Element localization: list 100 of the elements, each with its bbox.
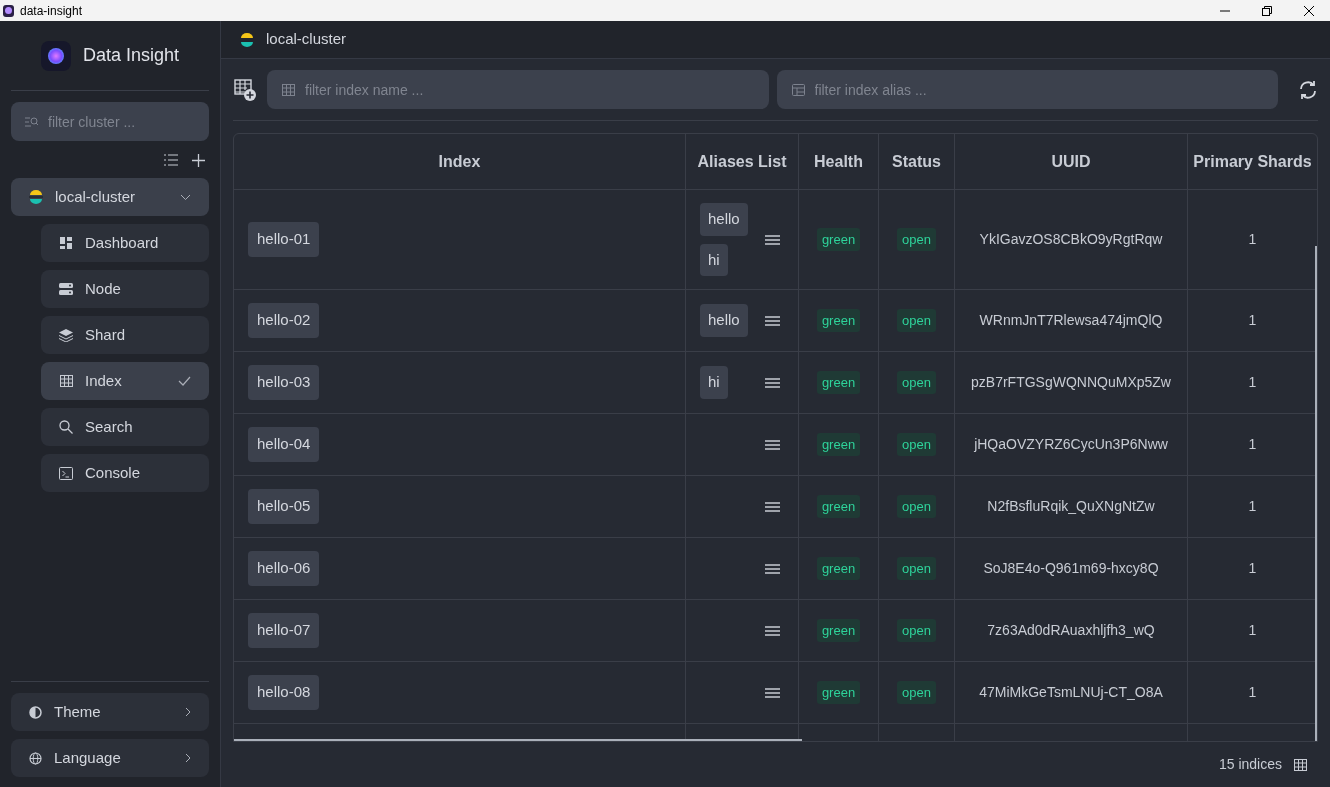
cluster-filter-field[interactable]: filter cluster ... <box>11 102 209 141</box>
app-logo-icon <box>40 40 71 71</box>
status-badge: open <box>897 432 936 457</box>
menu-icon[interactable] <box>765 234 780 245</box>
uuid-text: N2fBsfluRqik_QuXNgNtZw <box>987 497 1155 516</box>
column-header: Status <box>878 134 954 190</box>
uuid-text: 7z63Ad0dRAuaxhljfh3_wQ <box>987 621 1155 640</box>
status-badge: open <box>897 618 936 643</box>
status-badge: green <box>816 680 861 705</box>
column-header: Aliases List <box>685 134 798 190</box>
shard-count: 1 <box>1248 373 1257 392</box>
column-header: UUID <box>954 134 1187 190</box>
index-name-tag[interactable]: hello-07 <box>248 613 320 648</box>
uuid-text: pzB7rFTGSgWQNNQuMXp5Zw <box>971 373 1171 392</box>
status-badge: green <box>816 494 861 519</box>
uuid-text: YkIGavzOS8CBkO9yRgtRqw <box>979 230 1163 249</box>
search-icon <box>59 420 73 434</box>
index-name-filter-field[interactable]: filter index name ... <box>267 70 769 109</box>
column-header: Index <box>234 134 685 190</box>
shard-count: 1 <box>1248 497 1257 516</box>
nav-item[interactable]: Dashboard <box>41 224 209 262</box>
nav-item[interactable]: Console <box>41 454 209 492</box>
chevron-right-icon <box>185 753 191 763</box>
nav-item[interactable]: Node <box>41 270 209 308</box>
shard-count: 1 <box>1248 621 1257 640</box>
settings-menu-item[interactable]: Language <box>11 739 209 777</box>
app-icon <box>3 4 14 17</box>
settings-menu-item[interactable]: Theme <box>11 693 209 731</box>
chevron-right-icon <box>185 707 191 717</box>
layers-icon <box>59 328 73 342</box>
add-icon[interactable] <box>192 153 205 167</box>
menu-icon[interactable] <box>765 687 780 698</box>
menu-icon[interactable] <box>765 501 780 512</box>
index-alias-filter-field[interactable]: filter index alias ... <box>776 70 1278 109</box>
status-badge: open <box>897 308 936 333</box>
shard-count: 1 <box>1248 435 1257 454</box>
window-title: data-insight <box>20 2 83 20</box>
column-header: Primary Shards <box>1187 134 1317 190</box>
status-badge: green <box>816 618 861 643</box>
dashboard-icon <box>60 237 72 249</box>
horizontal-scrollbar[interactable] <box>234 739 802 741</box>
uuid-text: SoJ8E4o-Q961m69-hxcy8Q <box>983 559 1159 578</box>
status-badge: open <box>897 680 936 705</box>
list-icon[interactable] <box>164 154 178 166</box>
status-badge: green <box>816 370 861 395</box>
index-count: 15 indices <box>1218 755 1282 774</box>
status-badge: green <box>816 432 861 457</box>
cluster-title: local-cluster <box>266 29 347 50</box>
table-icon <box>59 375 73 387</box>
index-name-tag[interactable]: hello-04 <box>248 427 320 462</box>
nav-item[interactable]: Index <box>41 362 209 400</box>
nav-item[interactable]: Shard <box>41 316 209 354</box>
status-badge: green <box>816 556 861 581</box>
uuid-text: 47MiMkGeTsmLNUj-CT_O8A <box>979 683 1163 702</box>
vertical-scrollbar[interactable] <box>1315 246 1317 741</box>
terminal-icon <box>59 466 73 480</box>
index-name-tag[interactable]: hello-05 <box>248 489 320 524</box>
cluster-logo-icon <box>240 32 254 47</box>
shard-count: 1 <box>1248 230 1257 249</box>
grid-icon <box>282 84 295 96</box>
status-badge: open <box>897 227 936 252</box>
shard-count: 1 <box>1248 559 1257 578</box>
cluster-logo-icon <box>29 190 43 204</box>
alias-tag: hi <box>700 366 728 399</box>
globe-icon <box>29 751 42 765</box>
alias-tag: hello <box>700 304 748 337</box>
alias-tag: hello <box>700 203 748 236</box>
index-name-tag[interactable]: hello-03 <box>248 365 320 400</box>
close-icon <box>1304 5 1314 16</box>
contrast-icon <box>29 705 42 719</box>
add-index-icon[interactable] <box>233 77 257 102</box>
index-name-tag[interactable]: hello-02 <box>248 303 320 338</box>
menu-icon[interactable] <box>765 315 780 326</box>
status-badge: green <box>816 227 861 252</box>
alias-tag: hi <box>700 243 728 276</box>
table-icon[interactable] <box>1294 758 1307 771</box>
refresh-icon[interactable] <box>1298 79 1318 100</box>
status-badge: open <box>897 370 936 395</box>
nav-item[interactable]: Search <box>41 408 209 446</box>
server-icon <box>59 283 73 295</box>
status-badge: open <box>897 494 936 519</box>
menu-icon[interactable] <box>765 439 780 450</box>
filter-search-icon <box>25 116 39 128</box>
menu-icon[interactable] <box>765 377 780 388</box>
index-name-tag[interactable]: hello-01 <box>248 222 320 257</box>
app-name: Data Insight <box>82 44 180 67</box>
shard-count: 1 <box>1248 311 1257 330</box>
cluster-item[interactable]: local-cluster <box>11 178 209 216</box>
index-name-tag[interactable]: hello-06 <box>248 551 320 586</box>
menu-icon[interactable] <box>765 625 780 636</box>
uuid-text: WRnmJnT7Rlewsa474jmQlQ <box>979 311 1163 330</box>
column-header: Health <box>798 134 878 190</box>
table-layout-icon <box>791 84 805 96</box>
restore-icon <box>1262 5 1272 16</box>
menu-icon[interactable] <box>765 563 780 574</box>
status-badge: green <box>816 308 861 333</box>
index-name-tag[interactable]: hello-08 <box>248 675 320 710</box>
uuid-text: jHQaOVZYRZ6CycUn3P6Nww <box>974 435 1168 454</box>
status-badge: open <box>897 556 936 581</box>
shard-count: 1 <box>1248 683 1257 702</box>
